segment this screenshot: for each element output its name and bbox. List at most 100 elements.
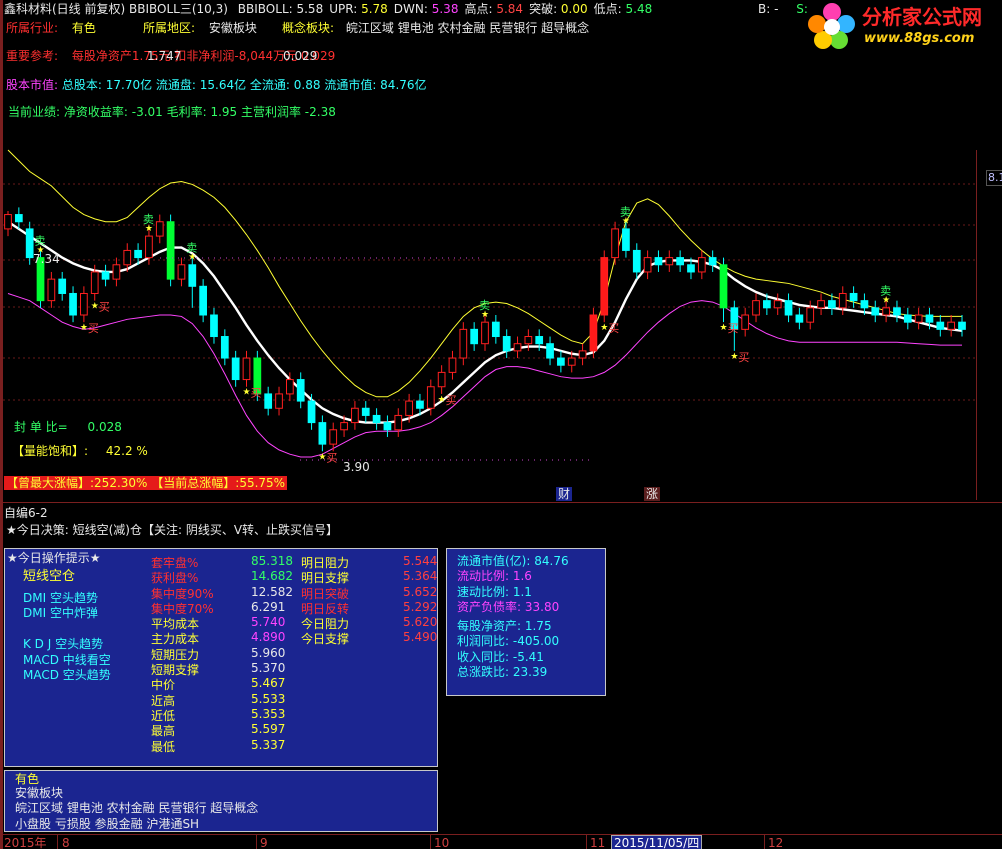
candle-body bbox=[329, 429, 338, 445]
x-label-nov: 11 bbox=[590, 836, 606, 849]
candle-body bbox=[155, 221, 164, 237]
candle-body bbox=[264, 393, 273, 409]
buy-star-icon: ★ bbox=[243, 388, 251, 398]
fin-row: 流动比例: 1.6 bbox=[457, 569, 532, 584]
candle-body bbox=[47, 278, 56, 302]
candle-body bbox=[773, 300, 782, 309]
candle-body bbox=[296, 379, 305, 402]
ops-metric-row: 短期支撑 5.370 bbox=[151, 661, 286, 678]
candle-body bbox=[914, 314, 923, 323]
ops-metric-row: 最低 5.337 bbox=[151, 737, 286, 754]
candle-body bbox=[491, 321, 500, 338]
ops-signal-item: MACD 中线看空 bbox=[23, 652, 111, 667]
marker-rise[interactable]: 涨 bbox=[644, 487, 661, 501]
buy-star-icon: ★ bbox=[80, 323, 88, 333]
candle-body bbox=[741, 314, 750, 330]
fin-row: 收入同比: -5.41 bbox=[457, 649, 544, 664]
concept-line-2: 安徽板块 bbox=[15, 786, 64, 800]
candlestick-chart[interactable]: 卖★卖★卖★卖★卖★卖★★ 买★ 买★ 买★ 买★ 买★ 买 ★ 买★ 买 bbox=[0, 0, 1002, 500]
candle-body bbox=[817, 300, 825, 309]
ops-panel-title: ★今日操作提示★ bbox=[7, 551, 101, 565]
candle-body bbox=[340, 422, 348, 431]
ops-signal-item: DMI 空头趋势 bbox=[23, 590, 98, 605]
candle-body bbox=[14, 214, 23, 223]
candle-body bbox=[752, 300, 760, 316]
candle-body bbox=[763, 300, 771, 309]
candle-body bbox=[459, 328, 468, 359]
candle-body bbox=[936, 321, 945, 330]
ops-panel: ★今日操作提示★ 短线空仓 DMI 空头趋势 DMI 空中炸弹 K D J 空头趋势… bbox=[4, 548, 438, 767]
ops-target-row: 明日反转 5.292 bbox=[301, 599, 438, 616]
ops-target-row: 明日阻力 5.544 bbox=[301, 554, 438, 570]
candle-body bbox=[69, 292, 77, 316]
candle-body bbox=[643, 257, 652, 273]
candle-body bbox=[849, 292, 858, 302]
x-label-oct: 10 bbox=[434, 836, 450, 849]
ops-target-row: 今日阻力 5.620 bbox=[301, 615, 438, 632]
buy-signal: 买 bbox=[446, 394, 457, 407]
candle-body bbox=[394, 414, 403, 431]
buy-signal: 买 bbox=[88, 322, 99, 335]
candle-body bbox=[123, 249, 132, 266]
candle-body bbox=[199, 285, 207, 316]
x-label-dec: 12 bbox=[768, 836, 784, 849]
ops-target-row: 明日支撑 5.364 bbox=[301, 569, 438, 586]
x-label-sep: 9 bbox=[260, 836, 268, 849]
candle-body bbox=[210, 314, 218, 338]
buy-star-icon: ★ bbox=[438, 395, 446, 405]
candle-body bbox=[372, 414, 381, 424]
candle-body bbox=[502, 336, 511, 352]
ops-metric-row: 短期压力 5.960 bbox=[151, 645, 286, 662]
candle-body bbox=[557, 357, 565, 366]
candle-body bbox=[676, 257, 684, 266]
band-line-upr bbox=[7, 149, 962, 398]
candle-body bbox=[166, 221, 175, 280]
candle-body bbox=[622, 228, 630, 251]
fin-row: 流通市值(亿): 84.76 bbox=[457, 554, 569, 568]
buy-signal: 买 bbox=[326, 451, 337, 464]
candle-body bbox=[524, 336, 533, 345]
candle-body bbox=[416, 400, 424, 409]
ops-metric-row: 平均成本 5.740 bbox=[151, 615, 286, 632]
ops-metric-list: 套牢盘% 85.318 获利盘% 14.682 集中度90% 12.582 集中度70% 6.… bbox=[151, 554, 293, 754]
candle-body bbox=[632, 249, 641, 273]
buy-signal: 买 bbox=[251, 387, 262, 400]
x-axis: 2015年 8 9 10 11 2015/11/05/四 12 bbox=[0, 834, 1002, 849]
candle-body bbox=[567, 357, 576, 366]
buy-signal: 买 bbox=[608, 322, 619, 335]
cursor-date[interactable]: 2015/11/05/四 bbox=[611, 835, 703, 849]
candle-body bbox=[697, 257, 706, 273]
candle-body bbox=[231, 357, 240, 381]
marker-finance[interactable]: 财 bbox=[556, 487, 573, 501]
candle-body bbox=[426, 386, 435, 409]
candle-body bbox=[351, 407, 359, 424]
candle-body bbox=[600, 257, 609, 316]
ops-signal-item: K D J 空头趋势 bbox=[23, 637, 104, 651]
fin-panel: 流通市值(亿): 84.76 流动比例: 1.6 速动比例: 1.1 资产负债率: 3… bbox=[446, 548, 606, 696]
ops-target-list: 明日阻力 5.544 明日支撑 5.364 明日突破 5.652 明日反转 5.292 今日阻力… bbox=[301, 554, 437, 646]
candle-body bbox=[405, 400, 413, 416]
candle-body bbox=[903, 314, 912, 323]
candle-body bbox=[589, 314, 598, 352]
candle-body bbox=[177, 264, 186, 280]
candle-body bbox=[838, 292, 847, 309]
buy-star-icon: ★ bbox=[600, 323, 608, 333]
candle-body bbox=[806, 307, 815, 323]
candle-body bbox=[242, 357, 251, 381]
candle-body bbox=[286, 379, 294, 395]
ops-signal-item: 短线空仓 bbox=[23, 569, 76, 584]
ops-metric-row: 主力成本 4.890 bbox=[151, 630, 286, 647]
candle-body bbox=[112, 264, 121, 280]
candle-body bbox=[145, 235, 153, 259]
x-label-aug: 8 bbox=[62, 836, 70, 849]
candle-body bbox=[654, 257, 663, 266]
candle-body bbox=[361, 407, 370, 416]
sell-star-icon: ★ bbox=[481, 310, 489, 320]
candle-body bbox=[307, 400, 316, 424]
candle-body bbox=[481, 321, 489, 345]
candle-body bbox=[448, 357, 457, 373]
ops-signal-item: MACD 空头趋势 bbox=[23, 668, 111, 682]
buy-signal: 买 bbox=[738, 351, 749, 364]
fin-row: 速动比例: 1.1 bbox=[457, 584, 532, 599]
fin-row: 利润同比: -405.00 bbox=[457, 634, 560, 649]
